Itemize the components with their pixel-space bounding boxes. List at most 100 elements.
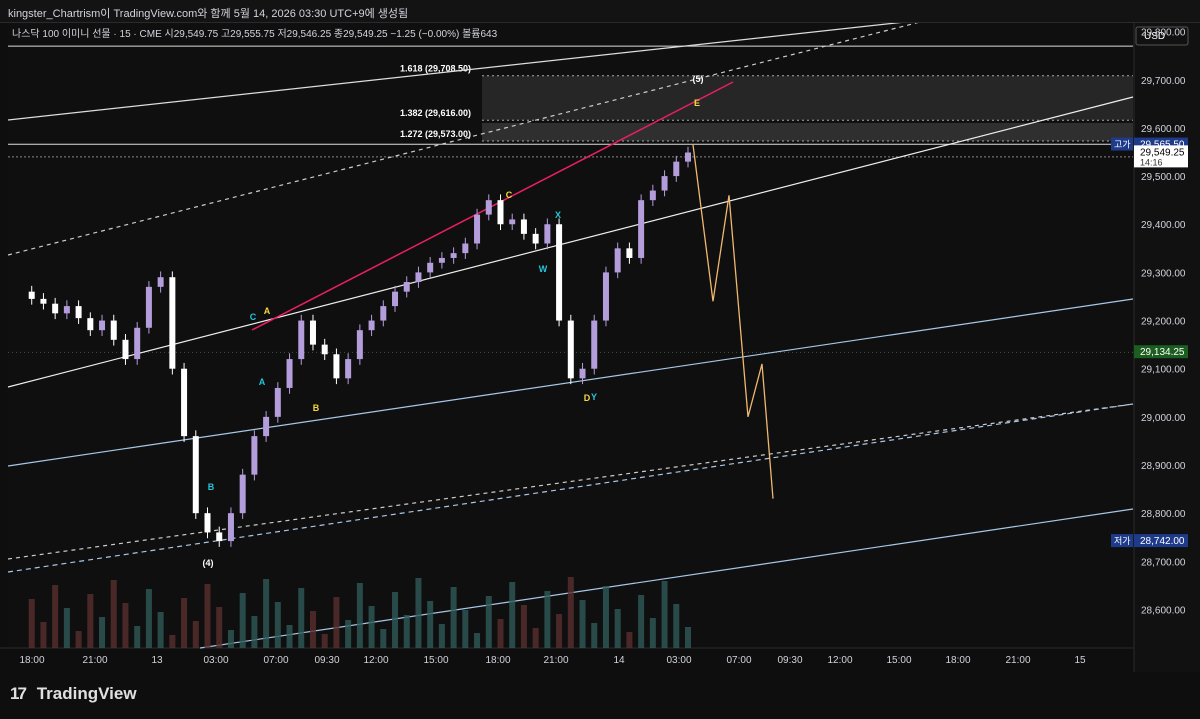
volume-bar	[427, 601, 434, 648]
candle-body	[450, 253, 457, 258]
candle-body	[368, 320, 375, 331]
volume-bar	[345, 620, 352, 648]
candle-body	[544, 224, 551, 244]
volume-bar	[239, 593, 246, 648]
candle-body	[87, 318, 94, 331]
volume-bar	[579, 600, 586, 648]
candle-body	[649, 190, 656, 201]
candle-body	[134, 327, 141, 360]
volume-bar	[415, 578, 422, 648]
candle-body	[40, 298, 47, 304]
tradingview-logo[interactable]: 17 TradingView	[10, 684, 137, 704]
candle-body	[333, 354, 340, 379]
volume-bar	[286, 625, 293, 648]
candle-body	[52, 303, 59, 314]
candle-body	[474, 214, 481, 244]
volume-bar	[438, 624, 445, 648]
candle-body	[673, 161, 680, 177]
title-bar: kingster_Chartrism이 TradingView.com와 함께 …	[0, 0, 1200, 23]
candle-body	[251, 436, 258, 475]
volume-bar	[145, 589, 152, 648]
x-tick-label: 18:00	[945, 655, 970, 666]
volume-bar	[380, 629, 387, 648]
candle-body	[380, 306, 387, 321]
volume-bar	[591, 623, 598, 648]
y-tick-label: 29,500.00	[1141, 172, 1186, 183]
fib-zone-upper	[482, 75, 1133, 121]
wave-label: C	[250, 312, 257, 322]
volume-bar	[544, 591, 551, 648]
wave-label: (4)	[203, 558, 214, 568]
volume-bar	[134, 626, 141, 648]
wave-label: A	[264, 306, 271, 316]
volume-bar	[204, 584, 211, 648]
candle-body	[427, 262, 434, 273]
candle-body	[286, 359, 293, 388]
chart-credit: kingster_Chartrism이 TradingView.com와 함께 …	[8, 8, 409, 20]
fib-label: 1.382 (29,616.00)	[400, 108, 471, 118]
volume-bar	[321, 634, 328, 648]
price-tag-value: 28,742.00	[1140, 536, 1185, 547]
candle-body	[204, 513, 211, 533]
candle-body	[556, 224, 563, 321]
price-tag-label: 고가	[1114, 140, 1131, 150]
volume-bar	[638, 595, 645, 648]
price-chart[interactable]: 나스닥 100 이미니 선물 · 15 · CME 시29,549.75 고29…	[0, 0, 1200, 719]
candle-body	[403, 282, 410, 292]
x-tick-label: 15:00	[423, 655, 448, 666]
volume-bar	[368, 606, 375, 648]
candle-body	[345, 359, 352, 379]
tv-logo-icon: 17	[10, 684, 27, 703]
candle-body	[520, 219, 527, 234]
wave-label: (5)	[693, 74, 704, 84]
volume-bar	[614, 609, 621, 648]
candle-body	[75, 306, 82, 319]
wave-label: B	[313, 403, 320, 413]
volume-bar	[403, 615, 410, 648]
volume-bar	[52, 585, 59, 648]
candle-body	[63, 306, 70, 314]
fib-label: 1.272 (29,573.00)	[400, 129, 471, 139]
candle-body	[509, 219, 516, 225]
candle-body	[157, 277, 164, 287]
wave-label: X	[555, 210, 561, 220]
price-tag-time: 14:16	[1140, 157, 1163, 167]
volume-bar	[567, 577, 574, 648]
volume-bar	[122, 603, 129, 648]
candle-body	[356, 330, 363, 360]
volume-bar	[169, 635, 176, 648]
candle-body	[415, 272, 422, 283]
volume-bar	[602, 586, 609, 648]
x-tick-label: 21:00	[1005, 655, 1030, 666]
fib-zone-lower	[482, 122, 1133, 141]
candle-body	[122, 339, 129, 360]
x-tick-label: 12:00	[363, 655, 388, 666]
volume-bar	[649, 618, 656, 648]
volume-bar	[509, 582, 516, 648]
candle-body	[110, 320, 117, 340]
volume-bar	[181, 598, 188, 648]
volume-bar	[298, 588, 305, 648]
y-tick-label: 29,800.00	[1141, 28, 1186, 39]
volume-bar	[356, 583, 363, 648]
volume-bar	[75, 631, 82, 648]
candle-body	[239, 474, 246, 514]
x-tick-label: 13	[151, 655, 163, 666]
y-tick-label: 29,600.00	[1141, 124, 1186, 135]
candle-body	[263, 416, 270, 437]
candle-body	[392, 291, 399, 307]
candle-body	[602, 272, 609, 321]
candle-body	[181, 368, 188, 437]
candle-body	[438, 257, 445, 263]
x-tick-label: 12:00	[827, 655, 852, 666]
volume-bar	[497, 619, 504, 648]
volume-bar	[556, 614, 563, 648]
volume-bar	[392, 592, 399, 648]
candle-body	[485, 200, 492, 215]
volume-bar	[532, 628, 539, 648]
wave-label: A	[259, 377, 266, 387]
volume-bar	[99, 617, 106, 648]
volume-bar	[474, 633, 481, 648]
candle-body	[145, 286, 152, 328]
x-tick-label: 09:30	[314, 655, 339, 666]
